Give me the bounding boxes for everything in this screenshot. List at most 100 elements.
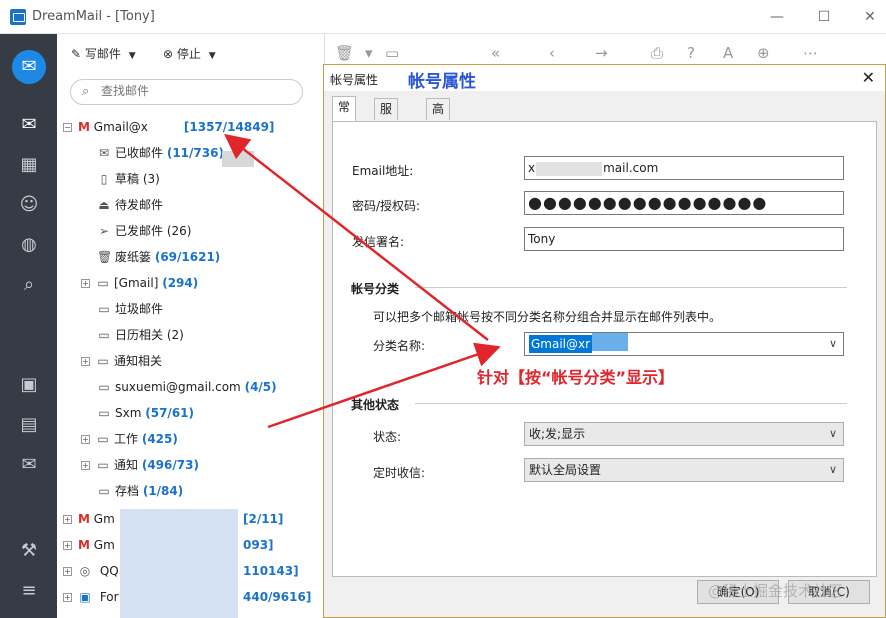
group-hint: 可以把多个邮箱帐号按不同分类名称分组合并显示在邮件列表中。: [373, 310, 722, 324]
chevron-down-icon[interactable]: ▾: [365, 44, 373, 62]
group-name-combo[interactable]: Gmail@xr ∨: [524, 332, 844, 356]
password-field[interactable]: ●●●●●●●●●●●●●●●●: [524, 191, 844, 215]
tab-general[interactable]: 常规: [332, 96, 357, 134]
expand-icon[interactable]: +: [63, 567, 72, 576]
group-name-label: 分类名称:: [373, 339, 426, 353]
nav-sidebar: ✉ ✉ ▦ ☺ ◍ ⌕ ▣ ▤ ✉ ⚒ ≡: [0, 34, 57, 618]
dialog-title-bar: 帐号属性 帐号属性 ✕: [324, 65, 885, 92]
folder-item[interactable]: ▭ Sxm (57/61): [97, 402, 194, 424]
account-count: 093]: [243, 538, 274, 552]
account-properties-dialog: 帐号属性 帐号属性 ✕ 常规 服务器 高级 Email地址: xmail.com…: [323, 64, 886, 618]
expand-icon[interactable]: +: [81, 461, 90, 470]
search-box[interactable]: ⌕: [70, 79, 303, 105]
expand-icon[interactable]: +: [81, 435, 90, 444]
folder-item[interactable]: 🗑 废纸篓 (69/1621): [97, 246, 220, 268]
compose-button[interactable]: ✎ 写邮件 ▼: [71, 45, 136, 62]
folder-label: [Gmail]: [114, 276, 159, 290]
folder-label: 垃圾邮件: [115, 302, 164, 316]
folder-count: (4/5): [244, 380, 277, 394]
schedule-combo[interactable]: 默认全局设置 ∨: [524, 458, 844, 482]
gmail-icon: M: [78, 120, 90, 134]
folder-label: 废纸篓: [115, 250, 152, 264]
document-icon: ▯: [100, 172, 108, 186]
mail-app-icon[interactable]: ✉: [12, 50, 46, 84]
expand-icon[interactable]: +: [81, 357, 90, 366]
folder-label: 待发邮件: [115, 198, 164, 212]
folder-count: (69/1621): [154, 250, 221, 264]
folder-item[interactable]: + ▭ 工作 (425): [81, 428, 178, 450]
folder-item[interactable]: + ▭ 通知 (496/73): [81, 454, 199, 476]
qq-icon: ◎: [79, 564, 91, 578]
close-window-icon[interactable]: ✕: [855, 6, 885, 28]
folder-icon: ▭: [97, 354, 109, 368]
print-icon[interactable]: ⎙: [651, 44, 663, 62]
chevron-down-icon[interactable]: ▼: [209, 51, 216, 61]
folder-icon: ▭: [98, 302, 110, 316]
zoom-icon[interactable]: ⊕: [757, 44, 770, 62]
folder-item[interactable]: ➢ 已发邮件 (26): [97, 220, 191, 242]
chevron-down-icon[interactable]: ∨: [829, 423, 837, 445]
annotation-title: 帐号属性: [408, 72, 476, 92]
main-toolbar: ✎ 写邮件 ▼ ⊗ 停止 ▼ ▽: [57, 34, 340, 74]
maximize-icon[interactable]: ☐: [809, 6, 839, 28]
folder-count: (11/736): [166, 146, 224, 160]
expand-icon[interactable]: +: [63, 541, 72, 550]
reply-all-icon[interactable]: «: [491, 44, 500, 62]
comment-icon[interactable]: ▭: [385, 44, 399, 62]
calendar-30-icon[interactable]: ▣: [16, 372, 42, 398]
stop-icon: ⊗: [163, 47, 174, 61]
email-field[interactable]: x mail.com: [524, 156, 844, 180]
tools-icon[interactable]: ⚒: [16, 538, 42, 564]
globe-icon[interactable]: ◍: [16, 232, 42, 258]
tab-server[interactable]: 服务器: [374, 98, 399, 156]
folder-icon: ▭: [98, 328, 110, 342]
tab-advanced[interactable]: 高级: [426, 98, 451, 136]
contact-card-icon[interactable]: ▤: [16, 412, 42, 438]
folder-item[interactable]: ▭ 垃圾邮件: [97, 298, 163, 320]
status-combo[interactable]: 收;发;显示 ∨: [524, 422, 844, 446]
account-name: For: [99, 590, 119, 604]
folder-count: (1/84): [142, 484, 184, 498]
signature-field[interactable]: Tony: [524, 227, 844, 251]
divider: [415, 403, 847, 404]
minimize-icon[interactable]: —: [762, 6, 792, 28]
chevron-down-icon[interactable]: ▼: [129, 51, 136, 61]
expand-icon[interactable]: +: [63, 593, 72, 602]
close-icon[interactable]: ✕: [862, 68, 875, 87]
trash-icon[interactable]: 🗑: [335, 44, 354, 62]
folder-item[interactable]: ▯ 草稿 (3): [97, 168, 160, 190]
folder-item[interactable]: ⏏ 待发邮件: [97, 194, 163, 216]
chevron-down-icon[interactable]: ∨: [829, 333, 837, 355]
folder-count: (57/61): [145, 406, 194, 420]
search-icon[interactable]: ⌕: [16, 272, 42, 298]
stop-button[interactable]: ⊗ 停止 ▼: [163, 45, 216, 62]
folder-item[interactable]: + ▭ 通知相关: [81, 350, 162, 372]
account-name: Gmail@x: [93, 120, 148, 134]
folder-item[interactable]: ▭ suxuemi@gmail.com (4/5): [97, 376, 277, 398]
menu-icon[interactable]: ≡: [16, 578, 42, 604]
search-input[interactable]: [101, 84, 291, 98]
account-row[interactable]: − M Gmail@x [1357/14849]: [63, 116, 274, 138]
forward-icon[interactable]: →: [595, 44, 608, 62]
expand-icon[interactable]: +: [81, 279, 90, 288]
help-icon[interactable]: ?: [687, 44, 695, 62]
folder-item[interactable]: + ▭ [Gmail] (294): [81, 272, 198, 294]
group-name-value: Gmail@xr: [529, 335, 593, 353]
folder-item[interactable]: ▭ 日历相关 (2): [97, 324, 184, 346]
mail-settings-icon[interactable]: ✉: [16, 452, 42, 478]
chevron-down-icon[interactable]: ∨: [829, 459, 837, 481]
expand-icon[interactable]: +: [63, 515, 72, 524]
reply-icon[interactable]: ‹: [549, 44, 555, 62]
envelope-open-icon: ✉: [98, 146, 110, 160]
folder-item[interactable]: ▭ 存档 (1/84): [97, 480, 183, 502]
mail-icon[interactable]: ✉: [16, 112, 42, 138]
more-icon[interactable]: ⋯: [803, 44, 818, 62]
account-count: 110143]: [243, 564, 299, 578]
contacts-icon[interactable]: ☺: [16, 192, 42, 218]
folder-icon: ▭: [97, 458, 109, 472]
translate-icon[interactable]: A: [723, 44, 733, 62]
collapse-icon[interactable]: −: [63, 123, 72, 132]
calendar-icon[interactable]: ▦: [16, 152, 42, 178]
folder-item[interactable]: ✉ 已收邮件 (11/736): [97, 142, 224, 164]
account-name: Gm: [93, 512, 115, 526]
